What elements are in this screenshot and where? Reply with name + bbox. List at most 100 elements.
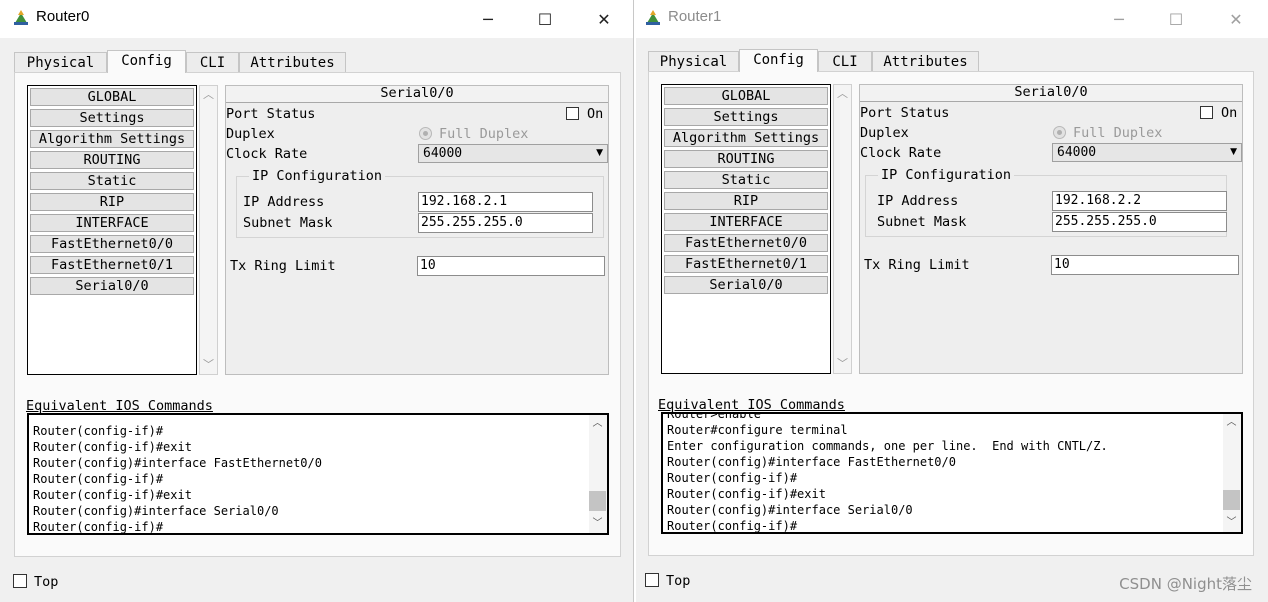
scroll-up-icon[interactable]: ︿ [589,417,606,431]
tab-config[interactable]: Config [107,50,186,73]
router1-window: Router1 ─ ☐ ✕ Physical Config CLI Attrib… [636,0,1268,602]
scroll-down-icon[interactable]: ﹀ [834,356,851,372]
console-scroll-thumb[interactable] [1223,490,1240,510]
port-status-label: Port Status [226,106,316,122]
sidebar-scrollbar[interactable]: ︿ ﹀ [199,85,218,375]
clock-rate-value: 64000 [423,146,463,161]
maximize-button[interactable]: ☐ [523,4,567,34]
scroll-down-icon[interactable]: ﹀ [589,517,606,531]
config-sidebar: GLOBAL Settings Algorithm Settings ROUTI… [27,85,197,375]
console-line: Enter configuration commands, one per li… [667,439,1108,453]
sidebar-item-algorithm-settings[interactable]: Algorithm Settings [30,130,194,148]
tab-physical[interactable]: Physical [14,52,107,72]
chevron-down-icon: ▼ [596,148,603,158]
port-status-checkbox[interactable] [566,107,579,120]
sidebar-item-settings[interactable]: Settings [664,108,828,126]
ios-console[interactable]: Router>enable Router#configure terminal … [661,412,1243,534]
sidebar-item-serial0-0[interactable]: Serial0/0 [30,277,194,295]
duplex-label: Duplex [860,125,909,141]
sidebar-scrollbar[interactable]: ︿ ﹀ [833,84,852,374]
router-app-icon [14,10,28,25]
ios-console[interactable]: Router(config-if)# Router(config-if)#exi… [27,413,609,535]
subnet-mask-input[interactable]: 255.255.255.0 [418,213,593,233]
console-scroll-thumb[interactable] [589,491,606,511]
tab-attributes[interactable]: Attributes [239,52,346,72]
title-bar[interactable]: Router0 ─ ☐ ✕ [0,0,633,38]
clock-rate-select[interactable]: 64000 ▼ [418,144,608,163]
console-line: Router(config-if)# [33,424,164,438]
console-line: Router(config)#interface Serial0/0 [33,504,279,518]
console-scrollbar[interactable]: ︿ ﹀ [589,415,607,533]
config-sidebar: GLOBAL Settings Algorithm Settings ROUTI… [661,84,831,374]
sidebar-item-serial0-0[interactable]: Serial0/0 [664,276,828,294]
top-checkbox[interactable] [13,574,27,588]
duplex-label: Duplex [226,126,275,142]
title-bar[interactable]: Router1 ─ ☐ ✕ [636,0,1268,38]
scroll-up-icon[interactable]: ︿ [200,87,217,103]
chevron-down-icon: ▼ [1230,147,1237,157]
sidebar-item-fastethernet0-0[interactable]: FastEthernet0/0 [664,234,828,252]
tab-physical[interactable]: Physical [648,51,739,71]
sidebar-item-global[interactable]: GLOBAL [664,87,828,105]
ip-address-input[interactable]: 192.168.2.2 [1052,191,1227,211]
sidebar-item-static[interactable]: Static [664,171,828,189]
sidebar-item-rip[interactable]: RIP [664,192,828,210]
full-duplex-label: Full Duplex [439,126,529,142]
interface-header: Serial0/0 [226,86,608,103]
console-line: Router(config)#interface Serial0/0 [667,503,913,517]
window-title: Router1 [668,8,722,25]
subnet-mask-label: Subnet Mask [243,215,333,231]
console-scrollbar[interactable]: ︿ ﹀ [1223,414,1241,532]
full-duplex-radio[interactable] [419,127,432,140]
top-checkbox[interactable] [645,573,659,587]
sidebar-item-global[interactable]: GLOBAL [30,88,194,106]
ip-configuration-group: IP Configuration IP Address 192.168.2.2 … [865,167,1227,237]
sidebar-item-static[interactable]: Static [30,172,194,190]
router-app-icon [646,10,660,25]
console-line: Router(config-if)#exit [33,440,192,454]
maximize-button[interactable]: ☐ [1154,4,1198,34]
sidebar-item-interface[interactable]: INTERFACE [664,213,828,231]
sidebar-item-algorithm-settings[interactable]: Algorithm Settings [664,129,828,147]
subnet-mask-input[interactable]: 255.255.255.0 [1052,212,1227,232]
equivalent-ios-commands-label: Equivalent IOS Commands [658,397,845,413]
port-status-label: Port Status [860,105,950,121]
interface-config: Serial0/0 Port Status On Duplex Full Dup… [859,84,1243,374]
sidebar-item-rip[interactable]: RIP [30,193,194,211]
tab-cli[interactable]: CLI [186,52,239,72]
tab-attributes[interactable]: Attributes [872,51,979,71]
interface-config: Serial0/0 Port Status On Duplex Full Dup… [225,85,609,375]
top-label: Top [34,574,59,590]
sidebar-item-fastethernet0-0[interactable]: FastEthernet0/0 [30,235,194,253]
full-duplex-label: Full Duplex [1073,125,1163,141]
scroll-up-icon[interactable]: ︿ [834,86,851,102]
sidebar-item-fastethernet0-1[interactable]: FastEthernet0/1 [664,255,828,273]
close-button[interactable]: ✕ [1214,4,1258,34]
sidebar-item-interface[interactable]: INTERFACE [30,214,194,232]
minimize-button[interactable]: ─ [466,4,510,34]
ip-address-input[interactable]: 192.168.2.1 [418,192,593,212]
console-line: Router(config-if)#exit [33,488,192,502]
sidebar-item-fastethernet0-1[interactable]: FastEthernet0/1 [30,256,194,274]
ip-address-label: IP Address [877,193,959,209]
tab-config[interactable]: Config [739,49,818,72]
scroll-down-icon[interactable]: ﹀ [1223,516,1240,530]
ip-configuration-group: IP Configuration IP Address 192.168.2.1 … [236,168,604,238]
sidebar-item-settings[interactable]: Settings [30,109,194,127]
top-label: Top [666,573,691,589]
tx-ring-limit-input[interactable]: 10 [417,256,605,276]
port-status-checkbox[interactable] [1200,106,1213,119]
scroll-up-icon[interactable]: ︿ [1223,416,1240,430]
full-duplex-radio[interactable] [1053,126,1066,139]
close-button[interactable]: ✕ [582,4,626,34]
scroll-down-icon[interactable]: ﹀ [200,357,217,373]
sidebar-item-routing[interactable]: ROUTING [30,151,194,169]
tab-cli[interactable]: CLI [818,51,872,71]
tx-ring-limit-label: Tx Ring Limit [230,258,336,274]
tx-ring-limit-input[interactable]: 10 [1051,255,1239,275]
clock-rate-select[interactable]: 64000 ▼ [1052,143,1242,162]
minimize-button[interactable]: ─ [1097,4,1141,34]
sidebar-item-routing[interactable]: ROUTING [664,150,828,168]
console-line: Router(config-if)# [33,472,164,486]
watermark: CSDN @Night落尘 [1119,575,1252,593]
